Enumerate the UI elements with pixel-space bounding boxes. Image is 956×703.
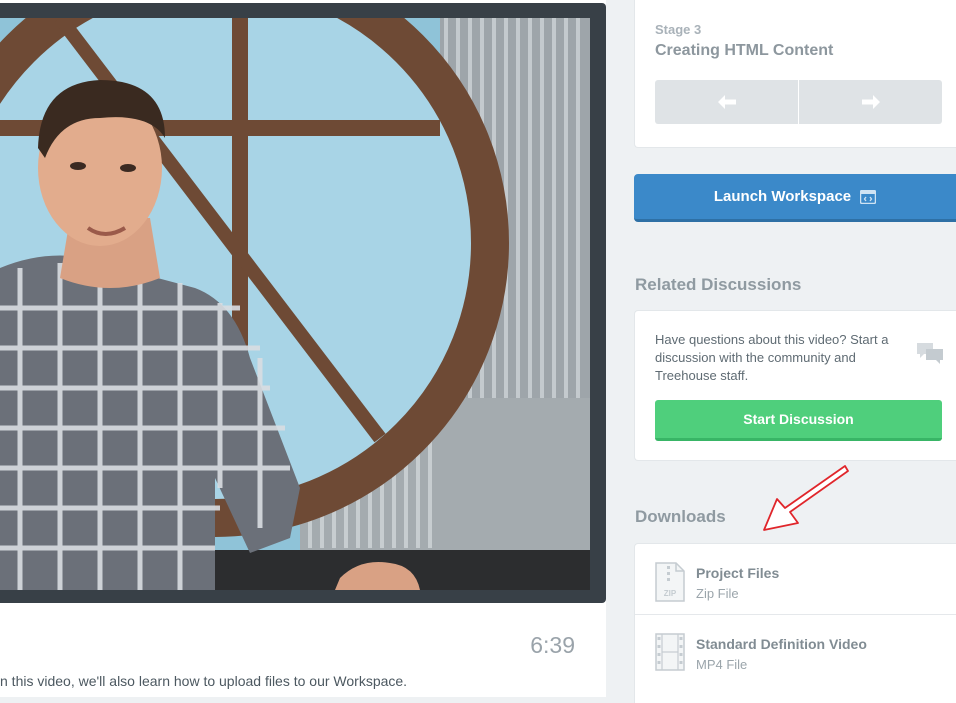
workspace-window-icon [860,189,877,204]
video-description: n this video, we'll also learn how to up… [0,673,408,689]
zip-file-icon: ZIP [655,562,685,602]
stage-card: Stage 3 Creating HTML Content [634,0,956,148]
video-duration: 6:39 [530,632,575,658]
stage-label: Stage 3 [655,22,702,37]
launch-workspace-button[interactable]: Launch Workspace [634,174,956,222]
previous-video-button[interactable] [655,80,798,124]
video-frame-image[interactable] [0,18,590,590]
svg-text:ZIP: ZIP [664,589,677,598]
start-discussion-button[interactable]: Start Discussion [655,400,942,441]
stage-title: Creating HTML Content [655,42,834,59]
next-video-button[interactable] [799,80,942,124]
related-discussions-heading: Related Discussions [635,275,802,294]
download-subtitle: Zip File [696,586,739,601]
arrow-left-icon [717,95,736,109]
video-player[interactable] [0,3,606,603]
downloads-heading: Downloads [635,507,726,526]
chat-bubbles-icon [917,343,943,364]
downloads-card: ZIP Project Files Zip File Standard Defi… [634,543,956,703]
video-column: 6:39 n this video, we'll also learn how … [0,0,606,697]
sidebar: Stage 3 Creating HTML Content Launch Wor… [634,0,956,703]
discussion-prompt: Have questions about this video? Start a… [655,332,889,383]
launch-workspace-label: Launch Workspace [713,188,852,205]
discussion-card: Have questions about this video? Start a… [634,310,956,461]
arrow-right-icon [861,95,880,109]
download-title: Project Files [696,565,780,581]
presenter-scene [0,18,590,590]
download-project-files[interactable]: ZIP Project Files Zip File [635,544,956,615]
download-subtitle: MP4 File [696,657,748,672]
film-icon [655,633,685,671]
annotation-arrow-icon [763,465,849,531]
download-sd-video[interactable]: Standard Definition Video MP4 File [635,615,956,685]
download-title: Standard Definition Video [696,636,867,652]
